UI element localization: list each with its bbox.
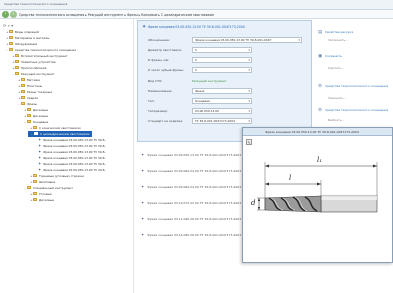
chevron-down-icon: ▾	[298, 38, 300, 42]
window-titlebar: Средства технологического оснащения	[0, 0, 393, 10]
save-icon: ▣	[318, 54, 323, 59]
action-grey[interactable]: Выбрать...	[328, 118, 344, 122]
tools-link[interactable]: ⚙ Средства технологического оснащения	[318, 108, 388, 113]
field-label: Обозначение:	[148, 38, 170, 42]
tools-icon: ⚙	[318, 84, 323, 89]
chevron-down-icon: ▾	[248, 99, 250, 103]
chevron-down-icon: ▾	[248, 109, 250, 113]
chevron-down-icon: ▾	[248, 119, 250, 123]
field-label: Тип:	[148, 99, 155, 103]
tool-icon: ✦	[141, 152, 145, 157]
tree-toolbar[interactable]: ⟳ ⌕ ▾	[3, 23, 13, 28]
list-item[interactable]: ✦ Фреза концевая 03.00.064.24.00 ТУ 39-8-…	[141, 184, 241, 189]
tool-icon: ✦	[141, 168, 145, 173]
tools-icon: ⚙	[318, 108, 323, 113]
pencil-icon[interactable]: ✎	[246, 139, 252, 145]
tool-icon: ✦	[142, 24, 147, 30]
sto-type-link[interactable]: Режущий инструмент	[192, 79, 227, 83]
window-title: Средства технологического оснащения	[4, 2, 68, 6]
shank-diameter-field[interactable]: 5 ▾	[192, 47, 252, 53]
tool-icon: ✦	[141, 216, 145, 221]
list-item[interactable]: ✦ Фреза концевая 03.14.080.26.00 ТУ 39-8-…	[141, 232, 241, 237]
end-mill-drawing	[257, 162, 378, 213]
field-label: Наименование:	[148, 89, 173, 93]
chevron-down-icon: ▾	[248, 58, 250, 62]
properties-icon: ▤	[318, 30, 323, 35]
list-item[interactable]: ✦ Фреза концевая 03.10.072.22.00 ТУ 39-8-…	[141, 200, 241, 205]
dimension-label-d: d	[251, 199, 256, 207]
tool-icon: ✦	[141, 200, 145, 205]
list-item[interactable]: ✦ Фреза концевая 03.11.090.26.00 ТУ 39-8-…	[141, 216, 241, 221]
chevron-down-icon: ▾	[248, 68, 250, 72]
designation-field[interactable]: Фреза концевая 03.00.050.13.00 ТУ 39-8-0…	[192, 37, 302, 43]
list-item[interactable]: ✦ Фреза концевая 03.00.064.24.00 ТУ 39-8-…	[141, 168, 241, 173]
detail-title[interactable]: Фреза концевая 03.00.050.13.00 ТУ 39-8-0…	[148, 25, 245, 29]
resource-detail-panel: ✦ Фреза концевая 03.00.050.13.00 ТУ 39-8…	[137, 20, 312, 142]
save-link[interactable]: ▣ Сохранить	[318, 54, 342, 59]
tool-icon: ✦	[141, 232, 145, 237]
field-label: Стандарт на изделие:	[148, 119, 184, 123]
field-label: Вид СТО:	[148, 79, 163, 83]
back-arrow-icon[interactable]: ‹	[2, 11, 9, 18]
cutter-drawing: l₁ l d	[251, 150, 392, 260]
forward-arrow-icon[interactable]: ›	[10, 11, 17, 18]
size-field[interactable]: 03.00.050.13.00 ▾	[192, 108, 252, 114]
type-field[interactable]: Концевая ▾	[192, 98, 252, 104]
drawing-window[interactable]: Фреза концевая 03.00.050.13.00 ТУ 39-8-0…	[242, 127, 393, 263]
resource-tree: ⟳ ⌕ ▾ + Виды операций + Материалы и металл…	[0, 19, 134, 293]
field-label: Z число зубьев фрезы:	[148, 68, 184, 72]
action-grey[interactable]: Запомнить...	[328, 38, 348, 42]
actions-panel: ▤ Свойства ресурса Запомнить... ▣ Сохранит…	[314, 20, 393, 130]
cutter-diameter-field[interactable]: 5 ▾	[192, 57, 252, 63]
field-label: D фрезы, мм:	[148, 58, 169, 62]
chevron-down-icon: ▾	[248, 89, 250, 93]
navigation-bar: ‹ › Средства технологического оснащения …	[0, 10, 393, 19]
list-item[interactable]: ✦ Фреза концевая 03.00.050.13.00 ТУ 39-8-…	[141, 152, 241, 157]
dimension-label-l: l	[289, 174, 292, 182]
drawing-window-title: Фреза концевая 03.00.050.13.00 ТУ 39-8-0…	[265, 130, 359, 135]
field-label: Диаметр хвостовика:	[148, 48, 182, 52]
drawing-window-header[interactable]: Фреза концевая 03.00.050.13.00 ТУ 39-8-0…	[243, 128, 392, 136]
standard-field[interactable]: ТУ 39-8-001-0047173-2004 ▾	[192, 118, 252, 124]
tree-item[interactable]: + Дисковые	[30, 197, 54, 203]
dimension-label-l1: l₁	[317, 156, 323, 164]
field-label: Типоразмер:	[148, 109, 168, 113]
properties-link[interactable]: ▤ Свойства ресурса	[318, 30, 353, 35]
breadcrumb[interactable]: Средства технологического оснащения ▸ Ре…	[19, 13, 214, 17]
tool-icon: ✦	[141, 184, 145, 189]
name-field[interactable]: Фреза ▾	[192, 88, 252, 94]
action-grey[interactable]: Заменить...	[328, 96, 346, 100]
teeth-count-field[interactable]: 5 ▾	[192, 67, 252, 73]
tools-link[interactable]: ⚙ Средства технологического оснащения	[318, 84, 388, 89]
chevron-down-icon: ▾	[248, 48, 250, 52]
action-grey[interactable]: Удалить...	[328, 66, 344, 70]
